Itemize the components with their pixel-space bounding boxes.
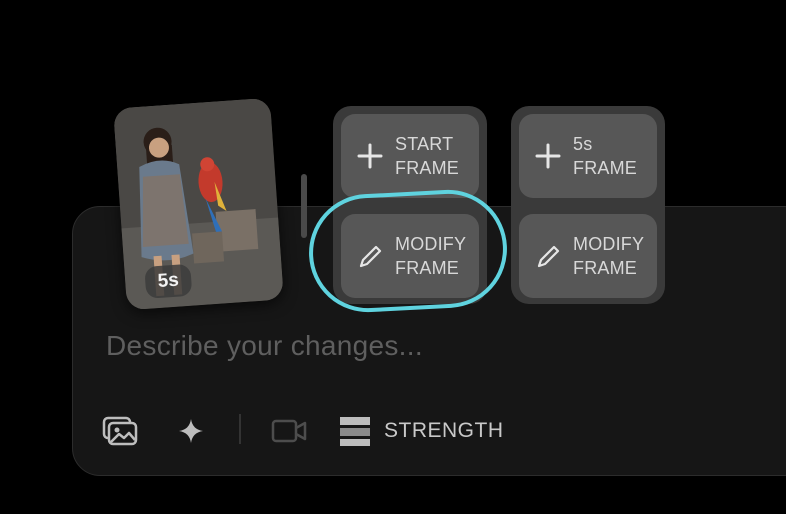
five-s-frame-label: 5s FRAME: [573, 134, 637, 178]
frame-group-2: 5s FRAME MODIFY FRAME: [511, 106, 665, 304]
video-button[interactable]: [270, 414, 308, 448]
modify-frame-label-2: MODIFY FRAME: [573, 234, 645, 278]
plus-icon: [357, 143, 383, 169]
modify-frame-button-2[interactable]: MODIFY FRAME: [519, 214, 657, 298]
plus-icon: [535, 143, 561, 169]
thumbnail-image: [113, 97, 284, 311]
gallery-button[interactable]: [102, 414, 138, 448]
toolbar-divider: [239, 414, 241, 444]
highlight-annotation: [306, 186, 510, 316]
prompt-input[interactable]: Describe your changes...: [106, 330, 423, 362]
sparkle-icon: [179, 419, 203, 443]
scrollbar[interactable]: [301, 174, 307, 238]
video-thumbnail[interactable]: 5s: [113, 97, 284, 311]
video-camera-icon: [271, 419, 307, 443]
gallery-icon: [102, 416, 138, 446]
pencil-icon: [537, 245, 560, 268]
strength-button[interactable]: STRENGTH: [338, 414, 504, 448]
five-s-frame-button[interactable]: 5s FRAME: [519, 114, 657, 198]
start-frame-button[interactable]: START FRAME: [341, 114, 479, 198]
enhance-button[interactable]: [176, 414, 206, 448]
strength-label: STRENGTH: [384, 419, 504, 442]
start-frame-label: START FRAME: [395, 134, 459, 178]
duration-badge: 5s: [144, 263, 193, 299]
strength-icon: [340, 417, 370, 446]
